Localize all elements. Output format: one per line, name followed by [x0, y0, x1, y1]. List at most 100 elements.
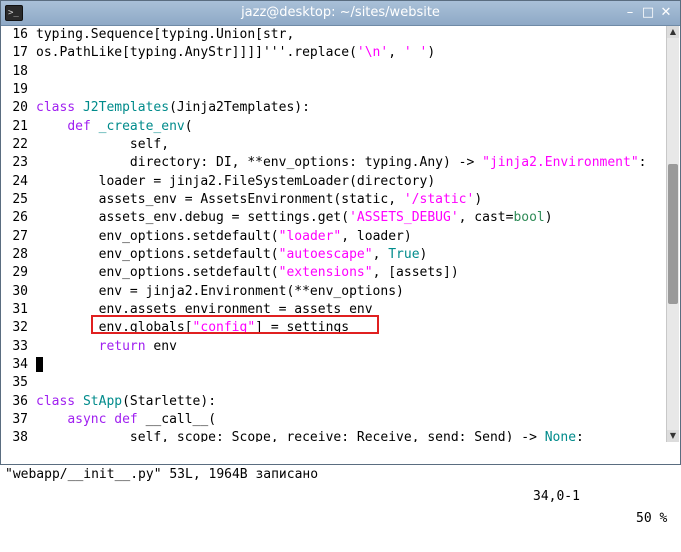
code-line[interactable]: 34: [2, 356, 668, 374]
line-number: 23: [12, 155, 28, 171]
code-token: assets_env = AssetsEnvironment(static,: [36, 191, 404, 207]
scrollbar-thumb[interactable]: [668, 164, 678, 304]
code-token: ): [544, 210, 553, 226]
code-token: def: [67, 118, 91, 134]
code-token: :: [576, 430, 584, 442]
code-line[interactable]: 35: [2, 374, 668, 392]
scroll-percent: 50 %: [636, 511, 668, 526]
code-line[interactable]: 18: [2, 63, 668, 81]
close-icon[interactable]: ✕: [658, 5, 674, 21]
code-token: env.globals[: [36, 320, 193, 336]
line-number: 24: [12, 173, 28, 189]
line-number: 36: [12, 393, 28, 409]
line-number: 33: [12, 338, 28, 354]
line-number: 20: [12, 100, 28, 116]
terminal-window: >_ jazz@desktop: ~/sites/website – □ ✕ 1…: [0, 0, 681, 526]
scroll-up-icon[interactable]: ▲: [667, 26, 679, 38]
status-message: "webapp/__init__.py" 53L, 1964B записано: [5, 467, 319, 482]
line-number: 30: [12, 283, 28, 299]
code-line[interactable]: 26 assets_env.debug = settings.get('ASSE…: [2, 209, 668, 227]
line-number: 21: [12, 118, 28, 134]
line-number: 32: [12, 320, 28, 336]
code-token: "jinja2.Environment": [482, 155, 639, 171]
code-line[interactable]: 23 directory: DI, **env_options: typing.…: [2, 154, 668, 172]
code-token: ' ': [403, 45, 428, 61]
code-line[interactable]: 22 self,: [2, 136, 668, 154]
line-number: 35: [12, 375, 28, 391]
code-token: return: [98, 338, 146, 354]
code-token: env_options.setdefault(: [36, 228, 279, 244]
code-token: "config": [192, 320, 256, 336]
code-token: ,: [388, 45, 404, 61]
line-number: 34: [12, 356, 28, 372]
code-token: True: [388, 246, 420, 262]
code-token: env_options.setdefault(: [36, 246, 279, 262]
code-token: def: [114, 411, 138, 427]
title-bar[interactable]: >_ jazz@desktop: ~/sites/website – □ ✕: [1, 1, 680, 26]
code-token: async: [67, 411, 107, 427]
text-cursor: [36, 356, 43, 372]
line-number: 26: [12, 210, 28, 226]
code-line[interactable]: 38 self, scope: Scope, receive: Receive,…: [2, 429, 668, 442]
code-line[interactable]: 36 class StApp(Starlette):: [2, 393, 668, 411]
code-line[interactable]: 16 typing.Sequence[typing.Union[str,: [2, 26, 668, 44]
line-number: 16: [12, 27, 28, 42]
window-title: jazz@desktop: ~/sites/website: [241, 5, 440, 20]
scroll-down-icon[interactable]: ▼: [667, 430, 679, 442]
code-token: , [assets]): [372, 265, 459, 281]
scrollbar[interactable]: ▲ ▼: [666, 26, 679, 442]
code-line[interactable]: 28 env_options.setdefault("autoescape", …: [2, 246, 668, 264]
line-number: 25: [12, 191, 28, 207]
code-line[interactable]: 30 env = jinja2.Environment(**env_option…: [2, 283, 668, 301]
code-line[interactable]: 27 env_options.setdefault("loader", load…: [2, 228, 668, 246]
code-line[interactable]: 20 class J2Templates(Jinja2Templates):: [2, 99, 668, 117]
code-line[interactable]: 21 def _create_env(: [2, 118, 668, 136]
line-number: 37: [12, 411, 28, 427]
code-line[interactable]: 19: [2, 81, 668, 99]
line-number: 38: [12, 430, 28, 442]
code-line[interactable]: 29 env_options.setdefault("extensions", …: [2, 264, 668, 282]
code-token: self,: [36, 136, 170, 152]
code-token: :: [638, 155, 647, 171]
code-token: "extensions": [278, 265, 373, 281]
code-token: ): [427, 45, 436, 61]
code-token: class: [36, 393, 76, 409]
code-token: typing.Sequence[typing.Union[str,: [36, 27, 295, 42]
code-line[interactable]: 24 loader = jinja2.FileSystemLoader(dire…: [2, 173, 668, 191]
code-token: env = jinja2.Environment(**env_options): [36, 283, 404, 299]
line-number: 19: [12, 81, 28, 97]
code-token: _create_env: [98, 118, 185, 134]
code-token: (Starlette):: [122, 393, 217, 409]
code-token: (Jinja2Templates):: [169, 100, 310, 116]
line-number: 28: [12, 246, 28, 262]
code-token: (: [184, 118, 193, 134]
code-token: directory: DI, **env_options: typing.Any…: [36, 155, 483, 171]
code-line[interactable]: 37 async def __call__(: [2, 411, 668, 429]
code-line[interactable]: 17 os.PathLike[typing.AnyStr]]]]'''.repla…: [2, 44, 668, 62]
code-token: loader = jinja2.FileSystemLoader(directo…: [36, 173, 436, 189]
code-line[interactable]: 25 assets_env = AssetsEnvironment(static…: [2, 191, 668, 209]
minimize-icon[interactable]: –: [622, 5, 638, 21]
code-token: ] = settings: [255, 320, 350, 336]
code-token: ): [474, 191, 483, 207]
code-token: "autoescape": [278, 246, 373, 262]
code-token: assets_env.debug = settings.get(: [36, 210, 350, 226]
line-number: 18: [12, 63, 28, 79]
code-token: __call__(: [137, 411, 217, 427]
code-token: 'ASSETS_DEBUG': [349, 210, 459, 226]
vim-editor-area[interactable]: 16 typing.Sequence[typing.Union[str, 17 os.…: [2, 26, 668, 442]
line-number: 22: [12, 136, 28, 152]
maximize-icon[interactable]: □: [640, 5, 656, 21]
code-token: self, scope: Scope, receive: Receive, se…: [36, 430, 545, 442]
code-line[interactable]: 33 return env: [2, 338, 668, 356]
code-token: StApp: [82, 393, 123, 409]
code-line[interactable]: 31 env.assets_environment = assets_env: [2, 301, 668, 319]
code-token: J2Templates: [82, 100, 170, 116]
code-line[interactable]: 32 env.globals["config"] = settings: [2, 319, 668, 337]
code-token: env: [145, 338, 177, 354]
